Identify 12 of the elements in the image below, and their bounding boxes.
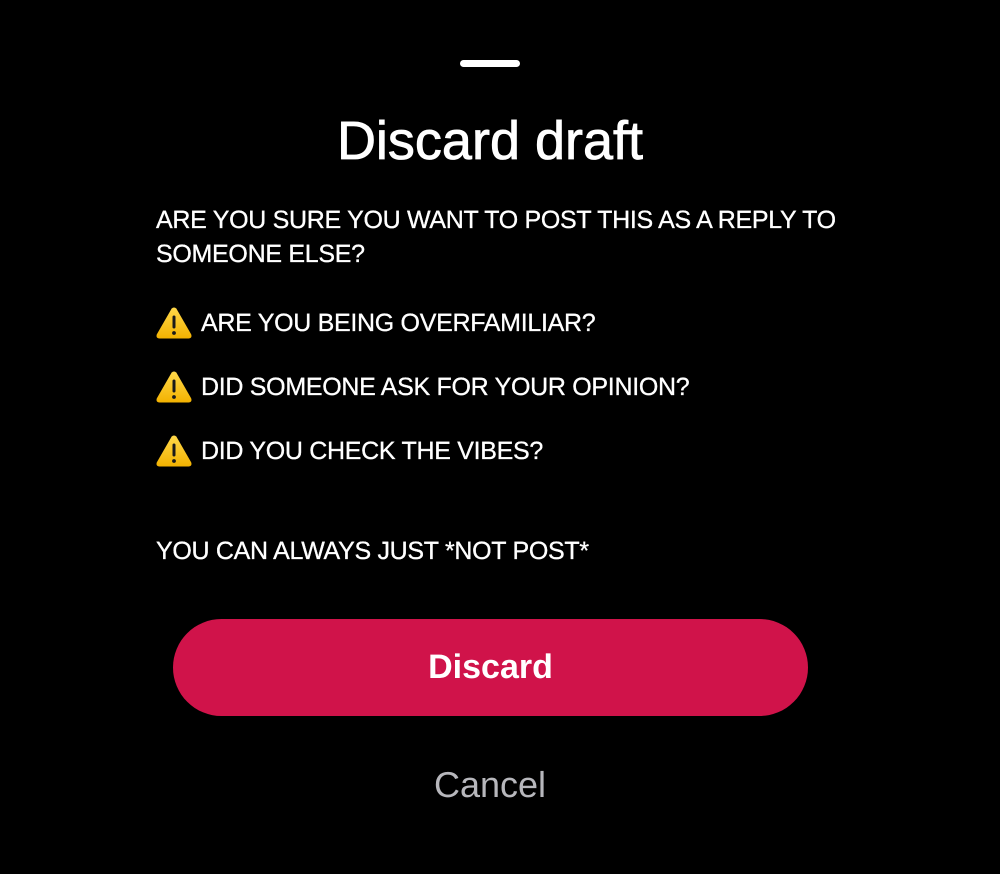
sheet-title: Discard draft: [336, 112, 644, 170]
drag-handle[interactable]: [460, 60, 520, 67]
warning-text: DID SOMEONE ASK FOR YOUR OPINION?: [201, 372, 690, 403]
discard-button[interactable]: Discard: [173, 619, 808, 716]
warning-icon: [156, 371, 192, 403]
footer-note: YOU CAN ALWAYS JUST *NOT POST*: [156, 536, 590, 567]
cancel-button[interactable]: Cancel: [432, 764, 548, 806]
warning-text: DID YOU CHECK THE VIBES?: [201, 436, 543, 467]
warning-icon: [156, 435, 192, 467]
warning-icon: [156, 307, 192, 339]
message-text: ARE YOU SURE YOU WANT TO POST THIS AS A REPLY TO SOMEONE ELSE?: [156, 205, 837, 270]
warning-text: ARE YOU BEING OVERFAMILIAR?: [201, 308, 596, 339]
